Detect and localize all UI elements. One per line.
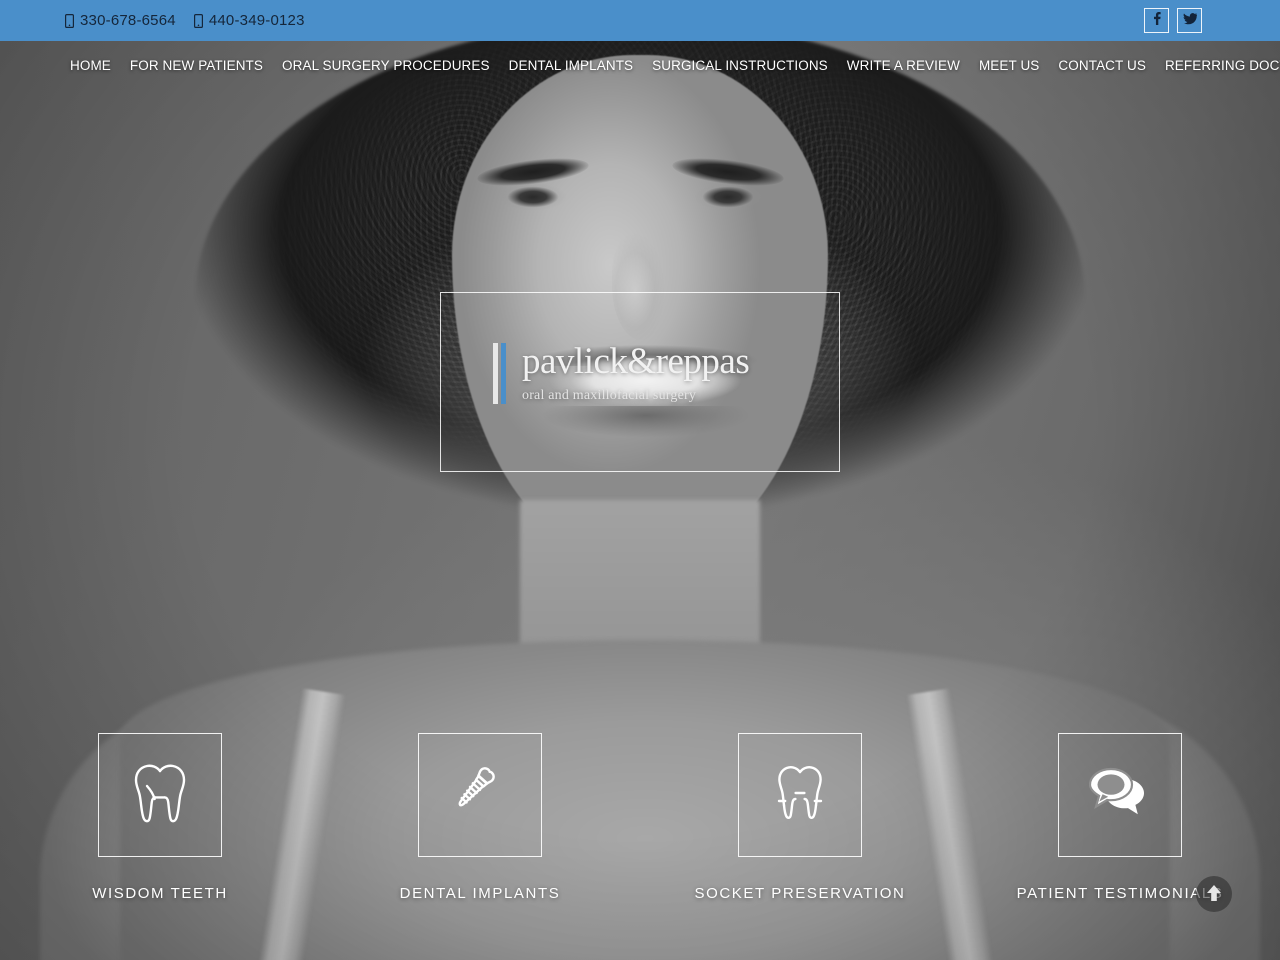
twitter-link[interactable] (1177, 8, 1202, 33)
nav-item-referring-doctors[interactable]: REFERRING DOCTORS (1165, 58, 1280, 73)
logo-bar-white-icon (493, 343, 498, 404)
nav-item-meet-us[interactable]: MEET US (979, 58, 1039, 73)
service-tile-box (98, 733, 222, 857)
service-tile-box (418, 733, 542, 857)
page-root: 330-678-6564 440-349-0123 HOME FOR NEW P… (0, 0, 1280, 960)
photo-eye-left (495, 182, 571, 212)
tooth-icon (133, 762, 187, 829)
mobile-phone-icon (193, 13, 203, 28)
logo[interactable]: pavlick&reppas oral and maxillofacial su… (493, 341, 750, 404)
service-tile-patient-testimonials[interactable]: PATIENT TESTIMONIALS (960, 733, 1280, 902)
tooth-with-gumline-icon (769, 762, 831, 829)
dental-implant-screw-icon (451, 764, 509, 827)
main-navigation: HOME FOR NEW PATIENTS ORAL SURGERY PROCE… (0, 41, 1280, 89)
logo-text-group: pavlick&reppas oral and maxillofacial su… (522, 341, 750, 404)
service-tile-label: SOCKET PRESERVATION (694, 885, 906, 902)
social-links (1144, 8, 1202, 33)
service-tile-socket-preservation[interactable]: SOCKET PRESERVATION (640, 733, 960, 902)
service-tiles: WISDOM TEETH DENTAL IMPLANTS SOCKET PRES… (0, 733, 1280, 902)
nav-item-for-new-patients[interactable]: FOR NEW PATIENTS (130, 58, 263, 73)
facebook-icon (1150, 11, 1163, 30)
twitter-icon (1183, 12, 1197, 30)
nav-items: HOME FOR NEW PATIENTS ORAL SURGERY PROCE… (70, 58, 1280, 73)
logo-practice-name: pavlick&reppas (522, 341, 750, 382)
phone-link-2[interactable]: 440-349-0123 (193, 12, 305, 29)
service-tile-label: WISDOM TEETH (92, 885, 228, 902)
top-contact-bar: 330-678-6564 440-349-0123 (0, 0, 1280, 41)
facebook-link[interactable] (1144, 8, 1169, 33)
photo-eye-right (690, 182, 766, 212)
nav-item-write-a-review[interactable]: WRITE A REVIEW (847, 58, 960, 73)
service-tile-wisdom-teeth[interactable]: WISDOM TEETH (0, 733, 320, 902)
nav-item-contact-us[interactable]: CONTACT US (1058, 58, 1146, 73)
speech-bubbles-icon (1088, 767, 1151, 824)
phone-number-2: 440-349-0123 (208, 12, 305, 29)
logo-bar-blue-icon (501, 343, 506, 404)
nav-item-home[interactable]: HOME (70, 58, 111, 73)
logo-tagline: oral and maxillofacial surgery (522, 388, 697, 403)
service-tile-label: DENTAL IMPLANTS (399, 885, 561, 902)
phone-list: 330-678-6564 440-349-0123 (65, 12, 305, 29)
arrow-up-icon (1206, 884, 1222, 905)
scroll-to-top-button[interactable] (1196, 876, 1232, 912)
nav-item-oral-surgery-procedures[interactable]: ORAL SURGERY PROCEDURES (282, 58, 490, 73)
logo-frame: pavlick&reppas oral and maxillofacial su… (440, 292, 840, 472)
service-tile-dental-implants[interactable]: DENTAL IMPLANTS (320, 733, 640, 902)
service-tile-box (1058, 733, 1182, 857)
nav-item-surgical-instructions[interactable]: SURGICAL INSTRUCTIONS (652, 58, 828, 73)
phone-link-1[interactable]: 330-678-6564 (65, 12, 176, 29)
mobile-phone-icon (65, 13, 75, 28)
nav-item-dental-implants[interactable]: DENTAL IMPLANTS (509, 58, 634, 73)
phone-number-1: 330-678-6564 (80, 12, 176, 29)
service-tile-box (738, 733, 862, 857)
service-tile-label: PATIENT TESTIMONIALS (1016, 885, 1224, 902)
